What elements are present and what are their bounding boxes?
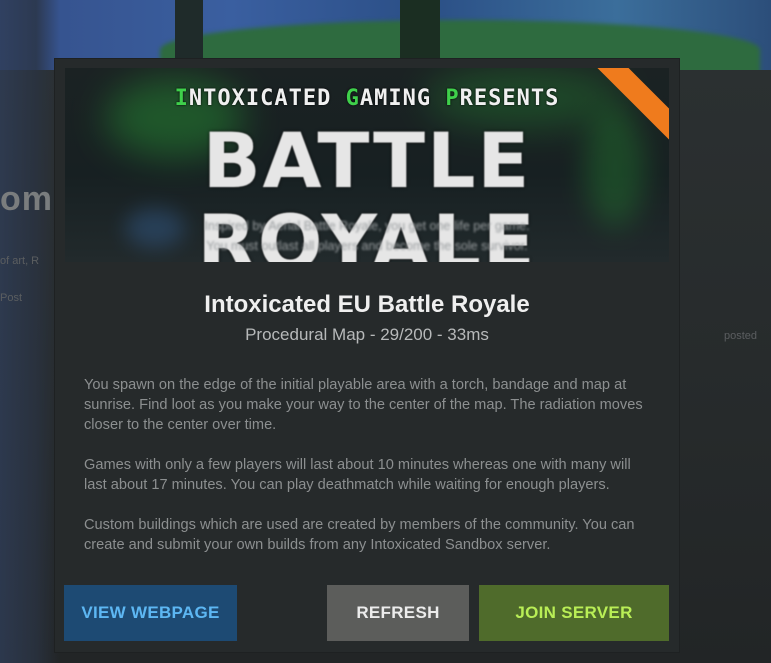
description-paragraph: Games with only a few players will last … bbox=[84, 457, 631, 493]
background-text: Post bbox=[0, 292, 23, 304]
join-server-button[interactable]: JOIN SERVER bbox=[479, 585, 669, 641]
server-name: Intoxicated EU Battle Royale bbox=[204, 291, 530, 318]
description-paragraph: Custom buildings which are used are crea… bbox=[84, 517, 635, 553]
description-paragraph: You spawn on the edge of the initial pla… bbox=[84, 377, 643, 433]
server-banner-image: INTOXICATED GAMING PRESENTS BATTLE ROYAL… bbox=[65, 68, 669, 262]
refresh-button[interactable]: REFRESH bbox=[327, 585, 469, 641]
banner-subtitle: Inspired by Aerial Battle Royale, you ge… bbox=[204, 219, 530, 253]
server-meta: Procedural Map - 29/200 - 33ms bbox=[245, 325, 489, 344]
server-info-modal: INTOXICATED GAMING PRESENTS BATTLE ROYAL… bbox=[55, 59, 679, 652]
background-text: of art, R bbox=[0, 255, 40, 267]
server-description: You spawn on the edge of the initial pla… bbox=[84, 375, 652, 575]
view-webpage-button[interactable]: VIEW WEBPAGE bbox=[64, 585, 237, 641]
banner-kicker: INTOXICATED GAMING PRESENTS bbox=[174, 86, 560, 111]
background-wall bbox=[0, 0, 60, 663]
background-text: posted bbox=[724, 330, 758, 342]
